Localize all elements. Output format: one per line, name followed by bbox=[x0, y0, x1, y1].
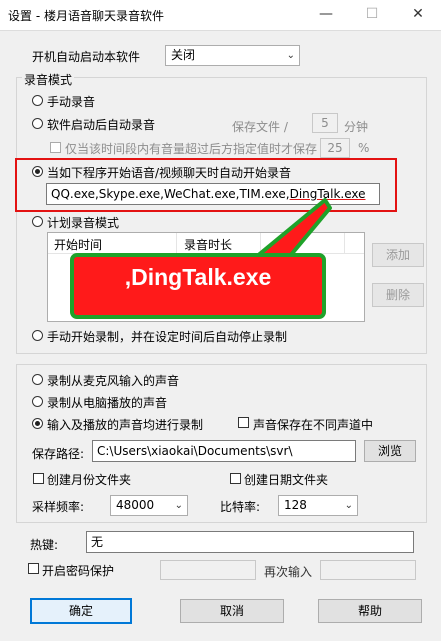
sample-rate-label: 采样频率: bbox=[32, 500, 85, 514]
scheduled-radio[interactable] bbox=[32, 216, 43, 227]
mic-label: 录制从麦克风输入的声音 bbox=[47, 374, 180, 388]
auto-after-start-radio[interactable] bbox=[32, 118, 43, 129]
chevron-down-icon: ⌄ bbox=[286, 50, 295, 61]
window-title: 设置 - 楼月语音聊天录音软件 bbox=[8, 9, 164, 23]
manual-record-radio[interactable] bbox=[32, 95, 43, 106]
password-repeat-label: 再次输入 bbox=[264, 565, 313, 579]
threshold-input[interactable]: 25 bbox=[320, 138, 350, 158]
date-folder-label: 创建日期文件夹 bbox=[244, 473, 329, 487]
threshold-checkbox[interactable] bbox=[50, 142, 61, 153]
help-button[interactable]: 帮助 bbox=[318, 599, 422, 623]
sample-rate-select[interactable]: 48000 ⌄ bbox=[110, 495, 188, 516]
month-folder-checkbox[interactable] bbox=[33, 473, 44, 484]
password-repeat-input[interactable] bbox=[320, 560, 416, 580]
bitrate-select[interactable]: 128 ⌄ bbox=[278, 495, 358, 516]
schedule-header-duration: 录音时长 bbox=[184, 238, 233, 252]
schedule-header-start: 开始时间 bbox=[54, 238, 103, 252]
sample-rate-value: 48000 bbox=[116, 498, 155, 512]
speaker-radio[interactable] bbox=[32, 396, 43, 407]
autostart-label: 开机自动启动本软件 bbox=[32, 50, 141, 64]
minimize-button[interactable]: — bbox=[303, 0, 349, 30]
callout-text: ,DingTalk.exe bbox=[124, 264, 272, 290]
save-path-input[interactable]: C:\Users\xiaokai\Documents\svr\ bbox=[92, 440, 356, 462]
password-protect-label: 开启密码保护 bbox=[42, 564, 115, 578]
bitrate-value: 128 bbox=[284, 498, 307, 512]
add-button[interactable]: 添加 bbox=[372, 243, 424, 267]
both-radio[interactable] bbox=[32, 418, 43, 429]
password-protect-checkbox[interactable] bbox=[28, 563, 39, 574]
record-mode-group-label: 录音模式 bbox=[22, 71, 75, 88]
mic-radio[interactable] bbox=[32, 374, 43, 385]
save-every-unit: 分钟 bbox=[344, 120, 369, 134]
delete-button[interactable]: 删除 bbox=[372, 283, 424, 307]
manual-record-label: 手动录音 bbox=[47, 95, 96, 109]
browse-button[interactable]: 浏览 bbox=[364, 440, 416, 462]
hotkey-input[interactable]: 无 bbox=[86, 531, 414, 553]
save-every-input[interactable]: 5 bbox=[312, 113, 338, 133]
separate-channels-label: 声音保存在不同声道中 bbox=[253, 418, 374, 432]
cancel-button[interactable]: 取消 bbox=[180, 599, 284, 623]
separate-channels-checkbox[interactable] bbox=[238, 417, 249, 428]
threshold-label: 仅当该时间段内有音量超过后方指定值时才保存 bbox=[65, 142, 318, 156]
chevron-down-icon: ⌄ bbox=[344, 500, 353, 511]
ok-button[interactable]: 确定 bbox=[30, 598, 132, 624]
close-button[interactable]: ✕ bbox=[395, 0, 441, 30]
speaker-label: 录制从电脑播放的声音 bbox=[47, 396, 168, 410]
scheduled-label: 计划录音模式 bbox=[47, 216, 120, 230]
date-folder-checkbox[interactable] bbox=[230, 473, 241, 484]
manual-start-timed-stop-radio[interactable] bbox=[32, 330, 43, 341]
title-bar: 设置 - 楼月语音聊天录音软件 — ☐ ✕ bbox=[0, 0, 441, 30]
bitrate-label: 比特率: bbox=[220, 500, 261, 514]
manual-start-timed-stop-label: 手动开始录制，并在设定时间后自动停止录制 bbox=[47, 330, 288, 344]
maximize-button[interactable]: ☐ bbox=[349, 0, 395, 30]
column-divider bbox=[176, 233, 177, 253]
threshold-unit: % bbox=[358, 141, 370, 155]
program-start-label: 当如下程序开始语音/视频聊天时自动开始录音 bbox=[47, 166, 292, 180]
month-folder-label: 创建月份文件夹 bbox=[47, 473, 132, 487]
autostart-select[interactable]: 关闭 ⌄ bbox=[165, 45, 300, 66]
chevron-down-icon: ⌄ bbox=[174, 500, 183, 511]
hotkey-label: 热键: bbox=[30, 538, 59, 552]
column-divider bbox=[344, 233, 345, 253]
save-path-label: 保存路径: bbox=[32, 447, 85, 461]
save-every-label: 保存文件 / bbox=[232, 120, 288, 134]
program-start-radio[interactable] bbox=[32, 166, 43, 177]
auto-after-start-label: 软件启动后自动录音 bbox=[47, 118, 156, 132]
password-input[interactable] bbox=[160, 560, 256, 580]
autostart-value: 关闭 bbox=[171, 48, 196, 62]
both-label: 输入及播放的声音均进行录制 bbox=[47, 418, 204, 432]
